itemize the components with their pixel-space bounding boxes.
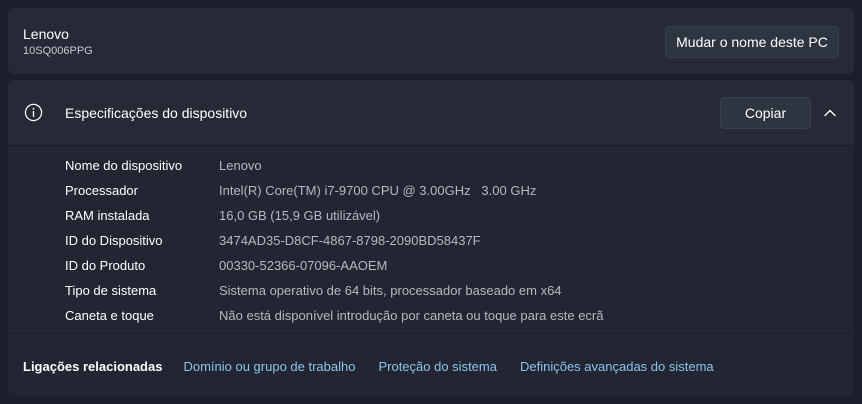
link-domain-workgroup[interactable]: Domínio ou grupo de trabalho [183, 359, 355, 374]
spec-value: Lenovo [219, 158, 262, 173]
device-specifications-title: Especificações do dispositivo [65, 105, 248, 121]
spec-row-system-type: Tipo de sistema Sistema operativo de 64 … [65, 278, 825, 303]
device-card: Lenovo 10SQ006PPG Mudar o nome deste PC [8, 8, 854, 74]
spec-value: Sistema operativo de 64 bits, processado… [219, 283, 562, 298]
spec-row-ram: RAM instalada 16,0 GB (15,9 GB utilizáve… [65, 203, 825, 228]
spec-row-product-id: ID do Produto 00330-52366-07096-AAOEM [65, 253, 825, 278]
spec-row-device-name: Nome do dispositivo Lenovo [65, 153, 825, 178]
device-specifications-card: Especificações do dispositivo Copiar Nom… [8, 80, 854, 396]
spec-label: RAM instalada [65, 208, 150, 223]
spec-label: Caneta e toque [65, 308, 154, 323]
specifications-list: Nome do dispositivo Lenovo Processador I… [65, 153, 825, 328]
chevron-up-icon[interactable] [823, 106, 837, 120]
spec-value: 16,0 GB (15,9 GB utilizável) [219, 208, 381, 223]
spec-label: Nome do dispositivo [65, 158, 183, 173]
spec-value: 00330-52366-07096-AAOEM [219, 258, 388, 273]
spec-value: Não está disponível introdução por canet… [219, 308, 604, 323]
device-model: 10SQ006PPG [23, 45, 93, 57]
rename-pc-button[interactable]: Mudar o nome deste PC [665, 26, 839, 58]
info-icon [24, 103, 43, 122]
spec-label: Tipo de sistema [65, 283, 157, 298]
link-system-protection[interactable]: Proteção do sistema [378, 359, 497, 374]
divider [8, 333, 854, 334]
spec-label: ID do Produto [65, 258, 146, 273]
link-advanced-system-settings[interactable]: Definições avançadas do sistema [520, 359, 714, 374]
device-name: Lenovo [23, 26, 69, 42]
related-links-title: Ligações relacionadas [23, 359, 163, 374]
related-links: Ligações relacionadas Domínio ou grupo d… [23, 359, 737, 374]
spec-row-pen-touch: Caneta e toque Não está disponível intro… [65, 303, 825, 328]
spec-row-processor: Processador Intel(R) Core(TM) i7-9700 CP… [65, 178, 825, 203]
spec-label: ID do Dispositivo [65, 233, 163, 248]
device-specifications-header[interactable]: Especificações do dispositivo Copiar [8, 80, 854, 146]
copy-button[interactable]: Copiar [720, 97, 811, 129]
spec-row-device-id: ID do Dispositivo 3474AD35-D8CF-4867-879… [65, 228, 825, 253]
spec-value: Intel(R) Core(TM) i7-9700 CPU @ 3.00GHz … [219, 183, 537, 198]
spec-value: 3474AD35-D8CF-4867-8798-2090BD58437F [219, 233, 481, 248]
spec-label: Processador [65, 183, 138, 198]
